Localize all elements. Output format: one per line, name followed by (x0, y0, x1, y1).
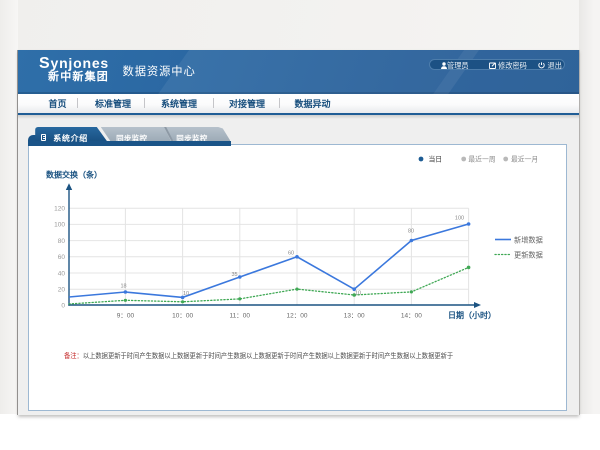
svg-text:最近一周: 最近一周 (468, 154, 495, 163)
svg-text:数据交换（条）: 数据交换（条） (46, 169, 102, 179)
svg-text:60: 60 (287, 250, 293, 256)
svg-text:10: 10 (182, 291, 188, 297)
svg-text:日期（小时）: 日期（小时） (448, 310, 496, 320)
svg-text:9：00: 9：00 (116, 312, 134, 319)
svg-text:40: 40 (57, 270, 65, 277)
svg-text:14：00: 14：00 (400, 312, 421, 319)
svg-text:11：00: 11：00 (229, 312, 250, 319)
svg-text:80: 80 (407, 228, 413, 234)
svg-text:0: 0 (61, 302, 65, 309)
svg-text:新增数据: 新增数据 (514, 235, 543, 244)
svg-text:当日: 当日 (428, 154, 442, 163)
svg-text:20: 20 (57, 286, 65, 293)
svg-text:18: 18 (120, 283, 126, 289)
svg-text:60: 60 (57, 254, 65, 261)
svg-text:35: 35 (231, 272, 237, 278)
svg-text:更新数据: 更新数据 (514, 250, 543, 259)
svg-text:100: 100 (54, 221, 65, 228)
svg-text:10: 10 (354, 290, 360, 296)
svg-text:10：00: 10：00 (172, 312, 193, 319)
svg-text:12：00: 12：00 (286, 312, 307, 319)
svg-text:100: 100 (454, 215, 463, 221)
svg-text:80: 80 (57, 237, 65, 244)
svg-text:13：00: 13：00 (343, 312, 364, 319)
svg-text:120: 120 (54, 205, 65, 212)
svg-text:最近一月: 最近一月 (511, 154, 538, 163)
